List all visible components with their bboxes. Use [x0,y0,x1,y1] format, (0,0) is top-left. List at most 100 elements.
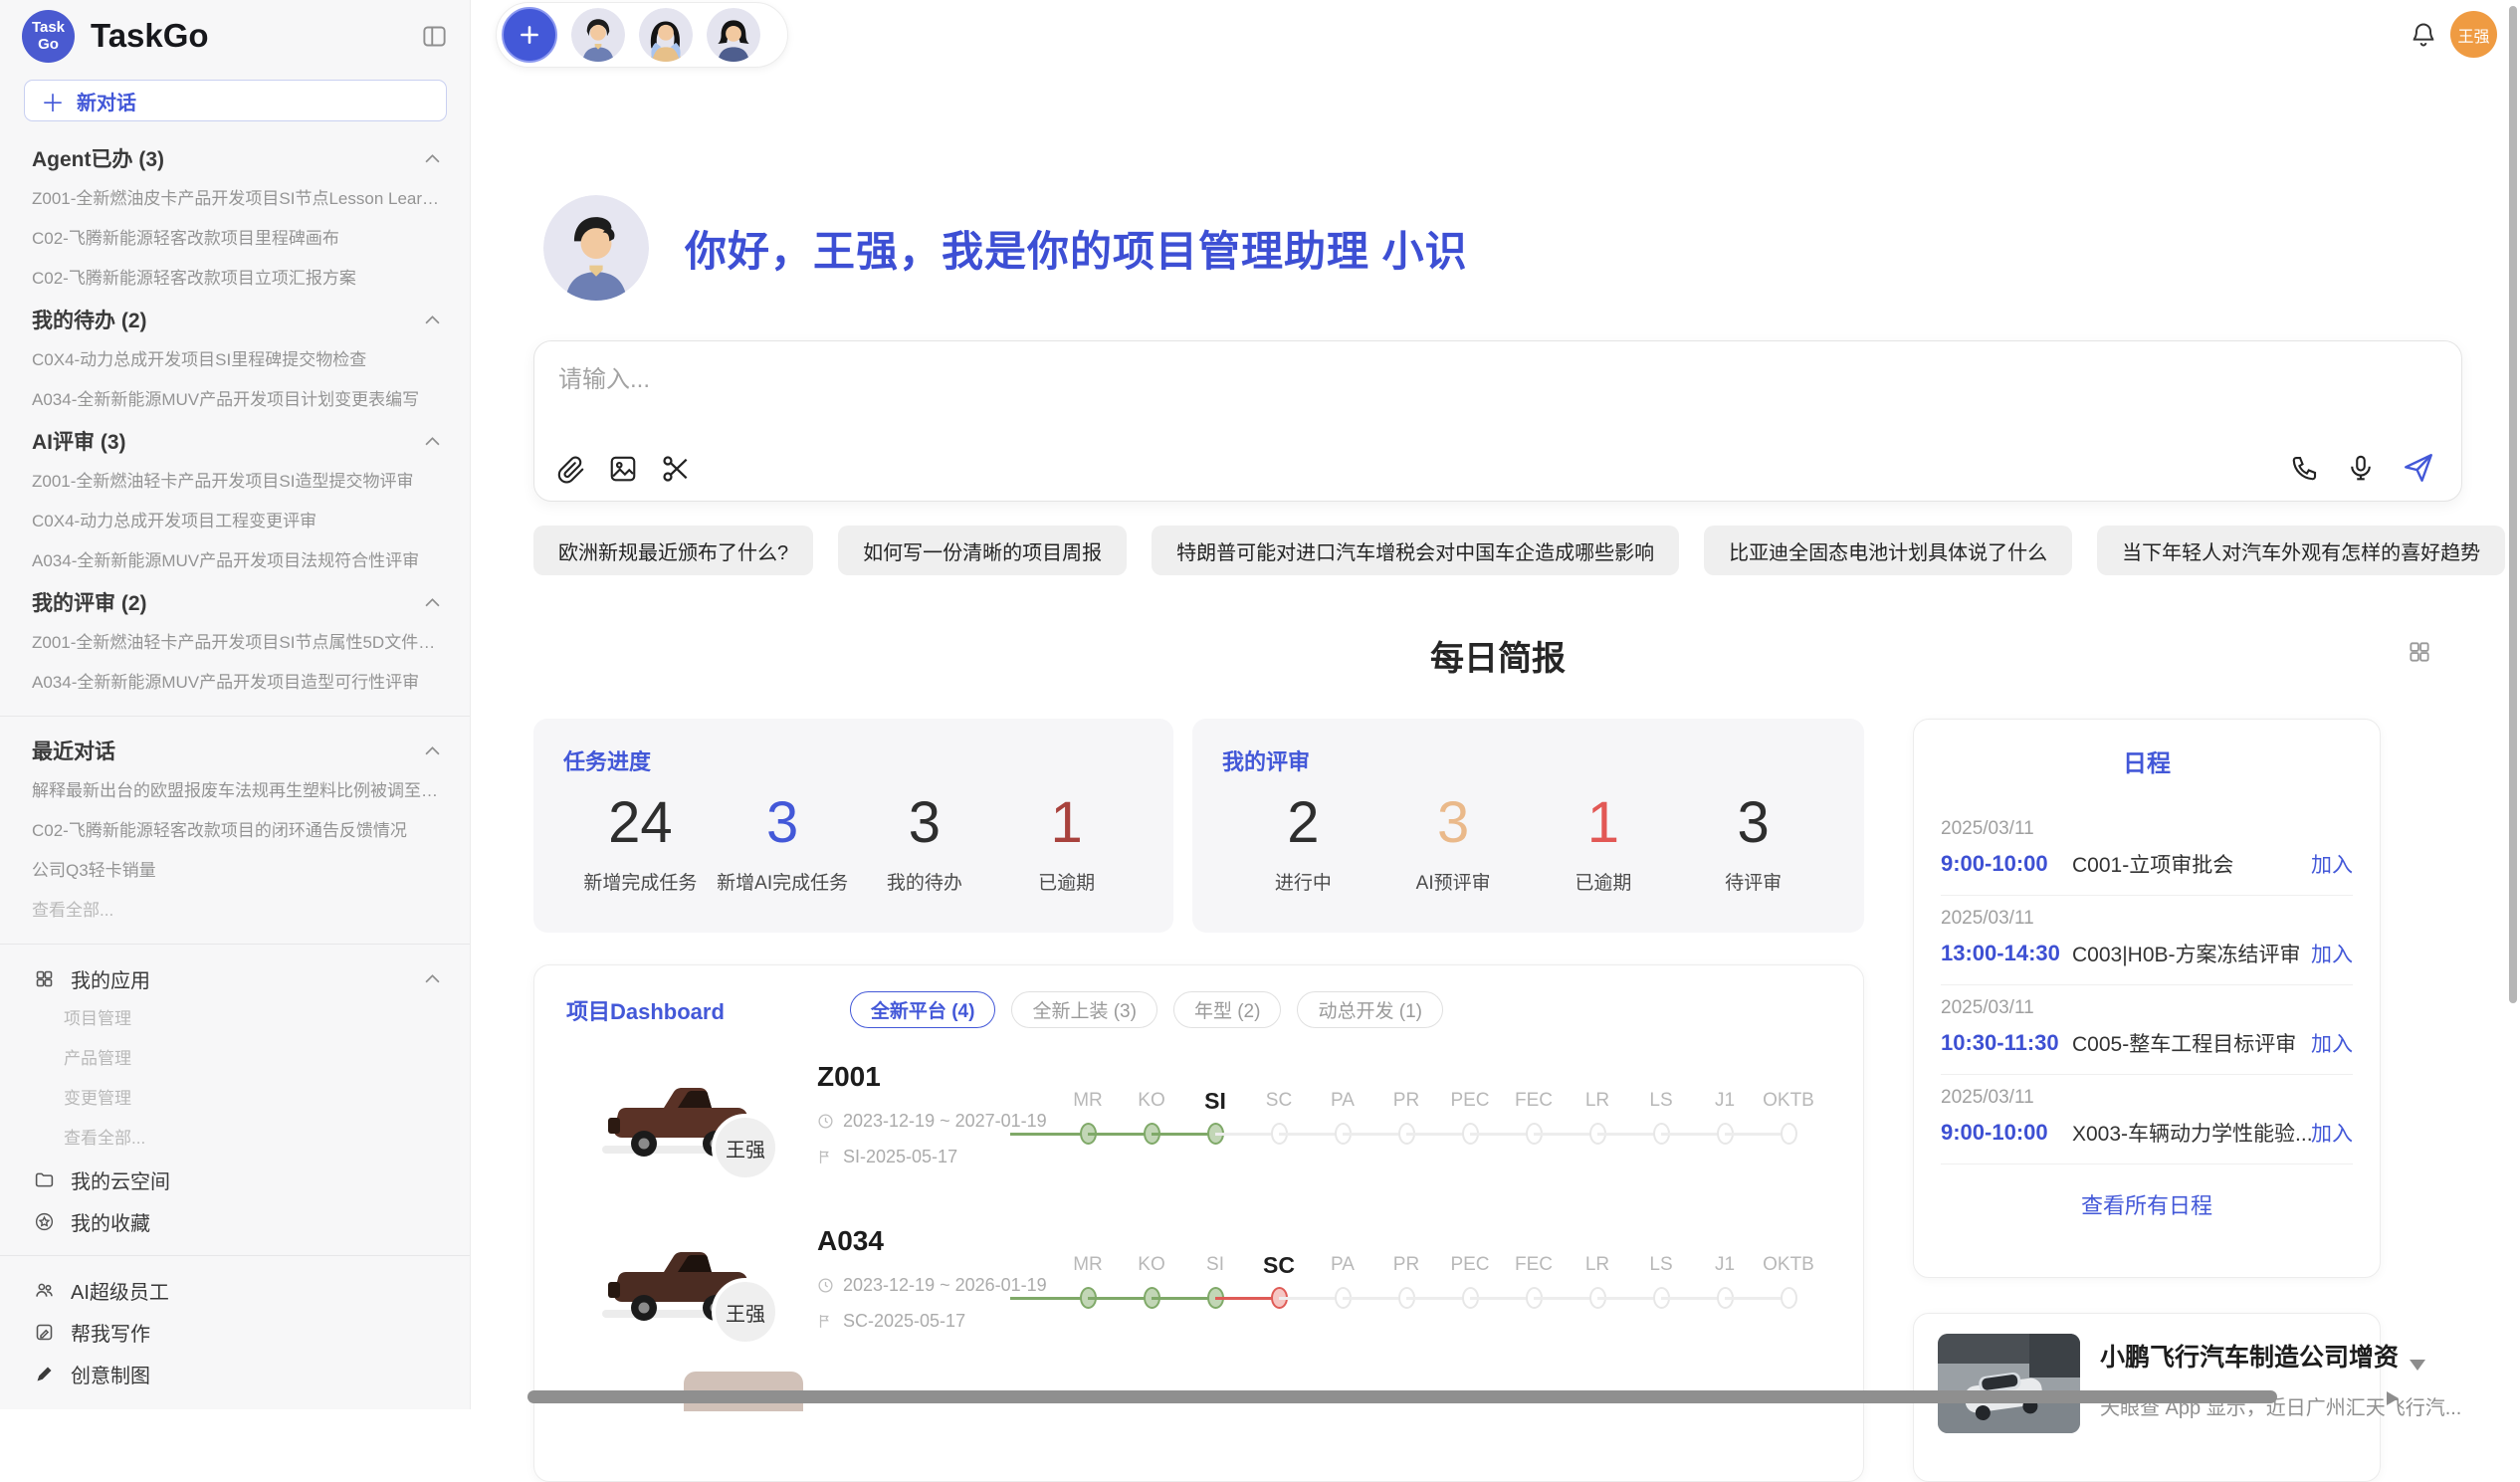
new-chat-button[interactable]: ＋ 新对话 [24,80,447,121]
stat-label: 已逾期 [1529,868,1679,895]
vertical-scrollbar[interactable] [2509,6,2517,1003]
milestone: PEC [1438,1087,1502,1153]
paperclip-icon[interactable] [556,454,586,484]
chat-input[interactable] [558,359,1952,419]
project-dates: 2023-12-19 ~ 2027-01-19 [817,1111,1047,1132]
horizontal-scrollbar[interactable] [527,1390,2277,1403]
sidebar-item-favorites[interactable]: 我的收藏 [0,1200,470,1242]
recent-view-all[interactable]: 查看全部... [0,891,470,931]
sidebar-item[interactable]: C0X4-动力总成开发项目工程变更评审 [0,502,470,541]
stat-label: AI预评审 [1378,868,1529,895]
clock-icon [817,1277,834,1294]
section-my-todo-items: C0X4-动力总成开发项目SI里程碑提交物检查A034-全新新能源MUV产品开发… [0,340,470,420]
suggestion-chip[interactable]: 欧洲新规最近颁布了什么? [533,526,813,575]
sidebar-item[interactable]: A034-全新新能源MUV产品开发项目造型可行性评审 [0,663,470,703]
suggestion-chip[interactable]: 比亚迪全固态电池计划具体说了什么 [1704,526,2072,575]
join-link[interactable]: 加入 [2311,849,2353,879]
stat-value: 2 [1228,786,1378,860]
user-avatar[interactable]: 王强 [2450,11,2497,58]
app-item[interactable]: 变更管理 [0,1079,470,1119]
project-owner-badge: 王强 [712,1278,779,1346]
join-link[interactable]: 加入 [2311,939,2353,968]
dashboard-header: 项目Dashboard 全新平台 (4)全新上装 (3)年型 (2)动总开发 (… [566,991,1443,1028]
sidebar-item[interactable]: C0X4-动力总成开发项目SI里程碑提交物检查 [0,340,470,380]
recent-chat-item[interactable]: 公司Q3轻卡销量 [0,851,470,891]
scroll-right-arrow-icon[interactable] [2387,1391,2399,1405]
people-icon [34,1280,55,1301]
assistant-avatar[interactable] [571,8,625,62]
milestone: KO [1120,1087,1183,1153]
apps-view-all[interactable]: 查看全部... [0,1119,470,1159]
schedule-date: 2025/03/11 [1941,997,2353,1019]
sidebar-toggle-icon[interactable] [421,23,448,50]
add-session-button[interactable] [502,7,557,63]
phone-icon[interactable] [2290,453,2320,483]
image-icon[interactable] [608,454,638,484]
chevron-up-icon [425,437,440,446]
sidebar-item[interactable]: C02-飞腾新能源轻客改款项目立项汇报方案 [0,259,470,299]
milestone: OKTB [1757,1087,1820,1153]
sidebar-item-my-apps[interactable]: 我的应用 [0,957,470,999]
view-all-schedule-link[interactable]: 查看所有日程 [1941,1188,2353,1220]
card-title: 我的评审 [1222,744,1834,776]
join-link[interactable]: 加入 [2311,1118,2353,1148]
section-agent-done[interactable]: Agent已办 (3) [0,137,470,179]
schedule-card: 日程 2025/03/11 9:00-10:00 C001-立项审批会 加入 2… [1913,719,2381,1278]
join-link[interactable]: 加入 [2311,1028,2353,1058]
send-icon[interactable] [2402,451,2435,485]
assistant-avatar[interactable] [707,8,760,62]
sidebar-item[interactable]: A034-全新新能源MUV产品开发项目法规符合性评审 [0,541,470,581]
stat-value: 3 [712,786,854,860]
assistant-avatar[interactable] [639,8,693,62]
sidebar-item[interactable]: Z001-全新燃油轻卡产品开发项目SI造型提交物评审 [0,462,470,502]
milestone: PA [1311,1251,1374,1317]
recent-chat-item[interactable]: C02-飞腾新能源轻客改款项目的闭环通告反馈情况 [0,811,470,851]
sidebar-item[interactable]: C02-飞腾新能源轻客改款项目里程碑画布 [0,219,470,259]
sidebar-item-creative-draw[interactable]: 创意制图 [0,1353,470,1394]
filter-chip[interactable]: 全新上装 (3) [1011,991,1157,1028]
mic-icon[interactable] [2346,453,2376,483]
card-title: 任务进度 [563,744,1144,776]
chevron-up-icon [425,746,440,755]
filter-chip[interactable]: 动总开发 (1) [1297,991,1443,1028]
schedule-item: 2025/03/11 9:00-10:00 X003-车辆动力学性能验... 加… [1941,1075,2353,1164]
stat-label: 进行中 [1228,868,1378,895]
section-recent-chats[interactable]: 最近对话 [0,730,470,771]
app-logo: Task Go [22,10,75,63]
section-my-review[interactable]: 我的评审 (2) [0,581,470,623]
greeting: 你好，王强，我是你的项目管理助理 小识 [543,195,1468,301]
notification-bell-icon[interactable] [2410,21,2437,49]
suggestion-chip[interactable]: 当下年轻人对汽车外观有怎样的喜好趋势 [2097,526,2505,575]
stat: 1 已逾期 [1529,786,1679,895]
layout-grid-icon[interactable] [2407,639,2432,665]
recent-chat-item[interactable]: 解释最新出台的欧盟报废车法规再生塑料比例被调至15%... [0,771,470,811]
milestone: LR [1566,1087,1629,1153]
stat-label: 新增AI完成任务 [712,868,854,895]
suggestion-chip[interactable]: 特朗普可能对进口汽车增税会对中国车企造成哪些影响 [1152,526,1679,575]
milestone: SC [1247,1087,1311,1153]
sidebar-item-write-helper[interactable]: 帮我写作 [0,1311,470,1353]
section-ai-review[interactable]: AI评审 (3) [0,420,470,462]
app-item[interactable]: 项目管理 [0,999,470,1039]
my-apps-items: 项目管理产品管理变更管理 [0,999,470,1119]
sidebar-item[interactable]: Z001-全新燃油皮卡产品开发项目SI节点Lesson Learn报告 [0,179,470,219]
sidebar-item-ai-employee[interactable]: AI超级员工 [0,1269,470,1311]
milestone: LS [1629,1087,1693,1153]
schedule-name: C005-整车工程目标评审 [2072,1028,2311,1058]
scissors-icon[interactable] [660,453,692,485]
filter-chip[interactable]: 全新平台 (4) [850,991,996,1028]
sidebar-item[interactable]: Z001-全新燃油轻卡产品开发项目SI节点属性5D文件评审 [0,623,470,663]
stat: 1 已逾期 [995,786,1138,895]
suggestion-chip[interactable]: 如何写一份清晰的项目周报 [838,526,1127,575]
schedule-date: 2025/03/11 [1941,818,2353,840]
app-item[interactable]: 产品管理 [0,1039,470,1079]
section-my-todo[interactable]: 我的待办 (2) [0,299,470,340]
milestone: KO [1120,1251,1183,1317]
sidebar-item[interactable]: A034-全新新能源MUV产品开发项目计划变更表编写 [0,380,470,420]
sidebar-item-cloud-space[interactable]: 我的云空间 [0,1159,470,1200]
filter-chip[interactable]: 年型 (2) [1173,991,1282,1028]
scroll-down-arrow-icon[interactable] [2410,1360,2425,1371]
chevron-up-icon [425,154,440,163]
divider [0,944,470,945]
stat: 3 新增AI完成任务 [712,786,854,895]
